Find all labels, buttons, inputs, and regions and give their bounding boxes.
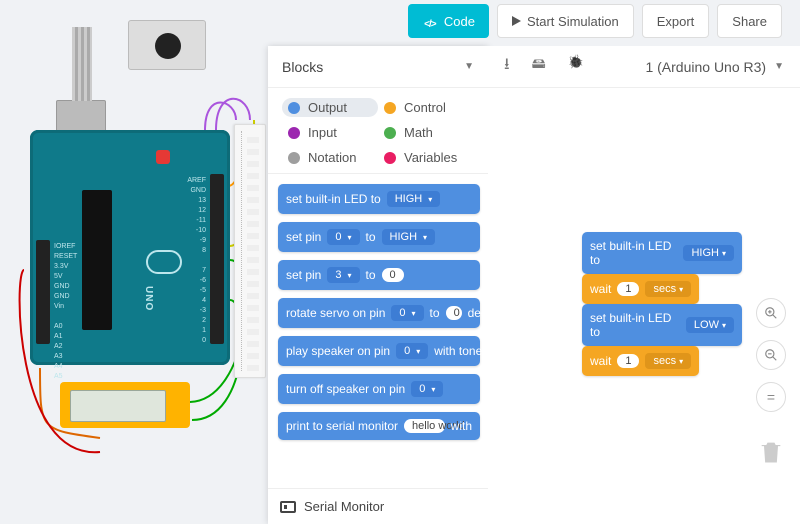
upload-icon[interactable] — [532, 53, 546, 80]
block-dropdown[interactable]: HIGH — [382, 229, 436, 245]
block-text-input[interactable]: hello world — [404, 419, 445, 433]
block-rotate-servo[interactable]: rotate servo on pin 0 to 0 degr — [278, 298, 480, 328]
serial-monitor-icon — [280, 501, 296, 513]
block-dropdown[interactable]: HIGH — [387, 191, 441, 207]
chevron-down-icon: ▼ — [464, 61, 474, 72]
category-math[interactable]: Math — [378, 123, 474, 142]
arduino-power-analog-pins[interactable] — [36, 240, 50, 344]
zoom-out-button[interactable] — [756, 340, 786, 370]
chevron-down-icon: ▼ — [774, 61, 784, 72]
dot-icon — [288, 127, 300, 139]
code-button[interactable]: Code — [408, 4, 489, 38]
arduino-digital-pins[interactable] — [210, 174, 224, 344]
start-simulation-button[interactable]: Start Simulation — [497, 4, 634, 38]
arduino-board-name: UNO — [143, 286, 154, 311]
dot-icon — [384, 127, 396, 139]
debug-icon[interactable] — [568, 53, 584, 80]
script-block-wait-1[interactable]: wait 1 secs — [582, 274, 699, 304]
block-dropdown[interactable]: secs — [645, 281, 691, 297]
blocks-palette-panel: Blocks ▼ Output Control Input Math Notat… — [268, 46, 488, 524]
zoom-fit-button[interactable]: = — [756, 382, 786, 412]
component-camera[interactable] — [128, 20, 206, 70]
serial-monitor-toggle[interactable]: Serial Monitor — [268, 488, 488, 524]
block-list: set built-in LED to HIGH set pin 0 to HI… — [268, 174, 488, 488]
block-set-builtin-led[interactable]: set built-in LED to HIGH — [278, 184, 480, 214]
dot-icon — [288, 152, 300, 164]
script-stack[interactable]: set built-in LED to HIGH wait 1 secs set… — [582, 232, 742, 376]
share-label: Share — [732, 14, 767, 29]
zoom-out-icon — [764, 348, 778, 362]
script-block-wait-2[interactable]: wait 1 secs — [582, 346, 699, 376]
block-number-input[interactable]: 1 — [617, 282, 639, 296]
script-block-set-led-low[interactable]: set built-in LED to LOW — [582, 304, 742, 346]
arduino-mcu-chip — [82, 190, 112, 330]
category-output[interactable]: Output — [282, 98, 378, 117]
block-dropdown[interactable]: secs — [645, 353, 691, 369]
zoom-in-icon — [764, 306, 778, 320]
block-dropdown[interactable]: LOW — [686, 317, 734, 333]
block-dropdown[interactable]: HIGH — [683, 245, 734, 261]
trash-icon — [757, 436, 785, 468]
block-categories: Output Control Input Math Notation Varia… — [268, 88, 488, 174]
editor-mode-selector[interactable]: Blocks ▼ — [268, 46, 488, 88]
block-turn-off-speaker[interactable]: turn off speaker on pin 0 — [278, 374, 480, 404]
share-button[interactable]: Share — [717, 4, 782, 38]
top-toolbar: Code Start Simulation Export Share — [408, 4, 782, 38]
block-serial-print[interactable]: print to serial monitor hello world with — [278, 412, 480, 440]
component-arduino-uno[interactable]: UNO AREF GND 13 12 -11 -10 -9 8 7 -6 -5 … — [30, 130, 230, 365]
block-set-pin-value[interactable]: set pin 3 to 0 — [278, 260, 480, 290]
script-block-set-led-high[interactable]: set built-in LED to HIGH — [582, 232, 742, 274]
export-button[interactable]: Export — [642, 4, 710, 38]
block-play-speaker[interactable]: play speaker on pin 0 with tone 6 — [278, 336, 480, 366]
block-set-pin-state[interactable]: set pin 0 to HIGH — [278, 222, 480, 252]
code-icon — [422, 15, 438, 27]
zoom-in-button[interactable] — [756, 298, 786, 328]
editor-mode-label: Blocks — [282, 59, 323, 75]
board-selector[interactable]: 1 (Arduino Uno R3) ▼ — [645, 59, 784, 75]
dot-icon — [384, 152, 396, 164]
block-dropdown[interactable]: 0 — [327, 229, 359, 245]
block-number-input[interactable]: 0 — [382, 268, 404, 282]
code-button-label: Code — [444, 14, 475, 29]
arduino-analog-labels: IOREF RESET 3.3V 5V GND GND Vin A0 A1 A2… — [54, 242, 77, 382]
category-control[interactable]: Control — [378, 98, 474, 117]
component-breadboard[interactable] — [234, 124, 266, 378]
start-sim-label: Start Simulation — [527, 14, 619, 29]
board-selector-label: 1 (Arduino Uno R3) — [645, 59, 766, 75]
dot-icon — [384, 102, 396, 114]
block-dropdown[interactable]: 0 — [411, 381, 443, 397]
script-workspace-panel: 1 (Arduino Uno R3) ▼ set built-in LED to… — [488, 46, 800, 524]
category-input[interactable]: Input — [282, 123, 378, 142]
workspace-toolbar: 1 (Arduino Uno R3) ▼ — [488, 46, 800, 88]
component-lcd[interactable] — [60, 382, 190, 428]
block-dropdown[interactable]: 3 — [327, 267, 359, 283]
serial-monitor-label: Serial Monitor — [304, 499, 384, 514]
category-variables[interactable]: Variables — [378, 148, 474, 167]
arduino-digital-labels: AREF GND 13 12 -11 -10 -9 8 7 -6 -5 4 -3… — [187, 176, 206, 346]
block-dropdown[interactable]: 0 — [391, 305, 423, 321]
arduino-logo-icon — [146, 250, 182, 274]
export-label: Export — [657, 14, 695, 29]
trash-button[interactable] — [757, 436, 785, 468]
category-notation[interactable]: Notation — [282, 148, 378, 167]
download-icon[interactable] — [504, 53, 510, 80]
block-number-input[interactable]: 1 — [617, 354, 639, 368]
arduino-reset-button[interactable] — [156, 150, 170, 164]
block-dropdown[interactable]: 0 — [396, 343, 428, 359]
block-number-input[interactable]: 0 — [446, 306, 462, 320]
dot-icon — [288, 102, 300, 114]
play-icon — [512, 16, 521, 26]
workspace-zoom-controls: = — [756, 298, 786, 468]
